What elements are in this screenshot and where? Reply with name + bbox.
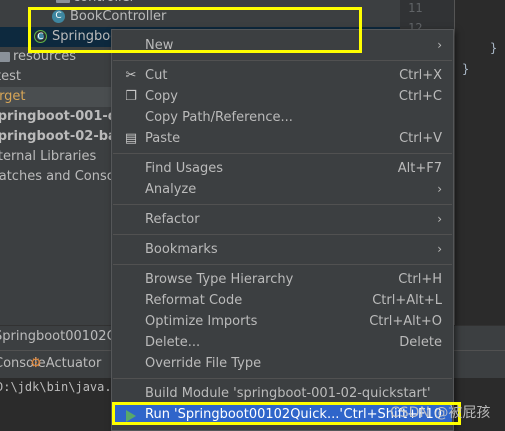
menu-separator <box>113 234 452 235</box>
tree-item-test[interactable]: test <box>0 67 21 87</box>
menu-item-copy[interactable]: ❐ Copy Ctrl+C <box>113 86 452 107</box>
line-number: 11 <box>408 1 423 15</box>
menu-item-build-module[interactable]: Build Module 'springboot-001-02-quicksta… <box>113 383 452 404</box>
code-brace: } <box>462 62 470 76</box>
folder-icon <box>56 0 70 3</box>
cut-icon: ✂ <box>125 68 137 83</box>
watermark: CSDN @被屁孩 <box>390 405 491 421</box>
submenu-arrow-icon: › <box>437 242 442 256</box>
menu-item-delete[interactable]: Delete... Delete <box>113 332 452 353</box>
menu-item-find-usages[interactable]: Find Usages Alt+F7 <box>113 158 452 179</box>
menu-separator <box>113 204 452 205</box>
menu-item-paste[interactable]: ▤ Paste Ctrl+V <box>113 128 452 149</box>
menu-item-override-file-type[interactable]: Override File Type <box>113 353 452 374</box>
tab-actuator[interactable]: ⚙ Actuator <box>30 356 101 371</box>
menu-item-optimize-imports[interactable]: Optimize Imports Ctrl+Alt+O <box>113 311 452 332</box>
menu-item-refactor[interactable]: Refactor › <box>113 209 452 230</box>
annotation-box-application <box>28 7 362 53</box>
paste-icon: ▤ <box>124 131 138 146</box>
tree-item-external-libraries[interactable]: External Libraries <box>0 147 96 167</box>
menu-item-analyze[interactable]: Analyze › <box>113 179 452 200</box>
resources-folder-icon <box>0 51 10 62</box>
context-menu: New › ✂ Cut Ctrl+X ❐ Copy Ctrl+C Copy Pa… <box>111 29 454 431</box>
menu-item-reformat-code[interactable]: Reformat Code Ctrl+Alt+L <box>113 290 452 311</box>
copy-icon: ❐ <box>125 89 137 104</box>
menu-item-cut[interactable]: ✂ Cut Ctrl+X <box>113 65 452 86</box>
menu-item-browse-type-hierarchy[interactable]: Browse Type Hierarchy Ctrl+H <box>113 269 452 290</box>
code-brace: } <box>490 41 498 55</box>
menu-separator <box>113 378 452 379</box>
actuator-icon: ⚙ <box>30 356 42 371</box>
menu-separator <box>113 264 452 265</box>
menu-item-copy-path[interactable]: Copy Path/Reference... <box>113 107 452 128</box>
menu-item-bookmarks[interactable]: Bookmarks › <box>113 239 452 260</box>
submenu-arrow-icon: › <box>437 212 442 226</box>
submenu-arrow-icon: › <box>437 38 442 52</box>
menu-separator <box>113 60 452 61</box>
menu-separator <box>113 153 452 154</box>
submenu-arrow-icon: › <box>437 182 442 196</box>
